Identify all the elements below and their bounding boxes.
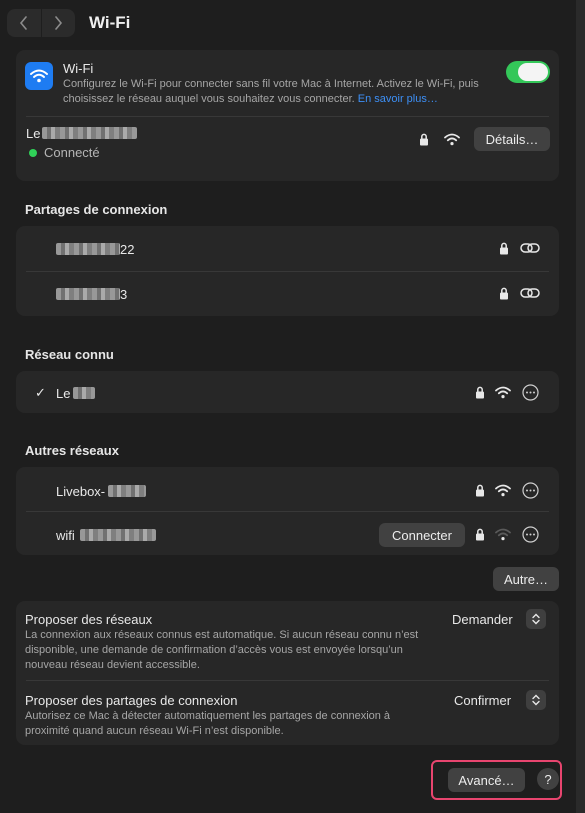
- known-network-prefix: Le: [56, 386, 71, 401]
- list-item[interactable]: ✓ Le: [16, 371, 559, 413]
- more-options-icon[interactable]: [521, 383, 539, 401]
- stepper-icon: [526, 690, 546, 710]
- connected-dot: [29, 149, 37, 157]
- details-button[interactable]: Détails…: [474, 127, 550, 151]
- back-button[interactable]: [7, 9, 41, 37]
- known-card: ✓ Le: [16, 371, 559, 413]
- help-button[interactable]: ?: [537, 768, 559, 790]
- ask-hotspots-select[interactable]: Confirmer: [446, 690, 550, 712]
- redacted-name: [56, 288, 120, 300]
- lock-icon: [498, 241, 510, 255]
- lock-icon: [474, 527, 486, 541]
- list-item[interactable]: 22: [16, 226, 559, 271]
- chevron-left-icon: [19, 16, 27, 30]
- hotspots-card: 22 3: [16, 226, 559, 316]
- others-heading: Autres réseaux: [25, 443, 119, 458]
- settings-window: Wi-Fi Wi-Fi Configurez le Wi-Fi pour con…: [0, 0, 577, 813]
- link-icon: [520, 240, 540, 256]
- page-title: Wi-Fi: [89, 13, 131, 32]
- redacted-name: [80, 529, 156, 541]
- network-name-prefix: Livebox-: [56, 484, 106, 499]
- known-heading: Réseau connu: [25, 347, 114, 362]
- ask-networks-select[interactable]: Demander: [446, 609, 550, 631]
- hotspots-heading: Partages de connexion: [25, 202, 168, 217]
- checkmark-icon: ✓: [35, 385, 46, 400]
- more-options-icon[interactable]: [521, 481, 539, 499]
- advanced-button[interactable]: Avancé…: [448, 768, 525, 792]
- chevron-right-icon: [55, 16, 63, 30]
- redacted-name: [56, 243, 120, 255]
- ask-hotspots-row: Proposer des partages de connexion Autor…: [16, 681, 559, 745]
- wifi-app-icon: [25, 62, 53, 90]
- ask-hotspots-label: Proposer des partages de connexion: [25, 693, 238, 708]
- nav-buttons: [7, 9, 75, 37]
- redacted-name: [73, 387, 95, 399]
- ask-networks-label: Proposer des réseaux: [25, 612, 153, 627]
- lock-icon: [474, 483, 486, 497]
- forward-button[interactable]: [42, 9, 76, 37]
- wifi-signal-icon: [443, 131, 461, 147]
- wifi-description: Configurez le Wi-Fi pour connecter sans …: [63, 77, 503, 107]
- other-networks-button[interactable]: Autre…: [493, 567, 559, 591]
- list-item[interactable]: 3: [16, 271, 559, 316]
- ask-hotspots-description: Autorisez ce Mac à détecter automatiquem…: [25, 710, 391, 737]
- ask-hotspots-value: Confirmer: [454, 693, 512, 708]
- lock-icon: [418, 132, 430, 146]
- wifi-signal-icon: [494, 482, 512, 498]
- learn-more-link[interactable]: En savoir plus…: [358, 93, 438, 105]
- list-item[interactable]: Livebox-: [16, 467, 559, 511]
- stepper-icon: [526, 609, 546, 629]
- current-network-prefix: Le: [26, 126, 41, 141]
- ask-networks-value: Demander: [452, 612, 513, 627]
- ask-networks-description: La connexion aux réseaux connus est auto…: [25, 629, 419, 671]
- connection-status: Connecté: [44, 145, 100, 160]
- list-item[interactable]: wifi Connecter: [16, 511, 559, 555]
- connect-button[interactable]: Connecter: [379, 523, 465, 547]
- wifi-weak-signal-icon: [494, 526, 512, 542]
- more-options-icon[interactable]: [521, 525, 539, 543]
- wifi-signal-icon: [494, 384, 512, 400]
- preferences-card: Proposer des réseaux La connexion aux ré…: [16, 601, 559, 745]
- redacted-name: [108, 485, 146, 497]
- lock-icon: [474, 385, 486, 399]
- wifi-label: Wi-Fi: [63, 61, 94, 76]
- redacted-network-name: [42, 127, 137, 139]
- ask-networks-row: Proposer des réseaux La connexion aux ré…: [16, 601, 559, 679]
- lock-icon: [498, 286, 510, 300]
- others-card: Livebox- wifi Connecter: [16, 467, 559, 555]
- hotspot-name-suffix: 3: [120, 287, 128, 302]
- network-name-prefix: wifi: [56, 528, 75, 543]
- background-window-edge: [576, 0, 585, 813]
- hotspot-name-suffix: 22: [120, 242, 135, 257]
- titlebar: Wi-Fi: [0, 0, 576, 46]
- wifi-card: Wi-Fi Configurez le Wi-Fi pour connecter…: [16, 50, 559, 181]
- current-network-name: Le: [26, 126, 40, 141]
- link-icon: [520, 285, 540, 301]
- wifi-toggle[interactable]: [506, 61, 550, 83]
